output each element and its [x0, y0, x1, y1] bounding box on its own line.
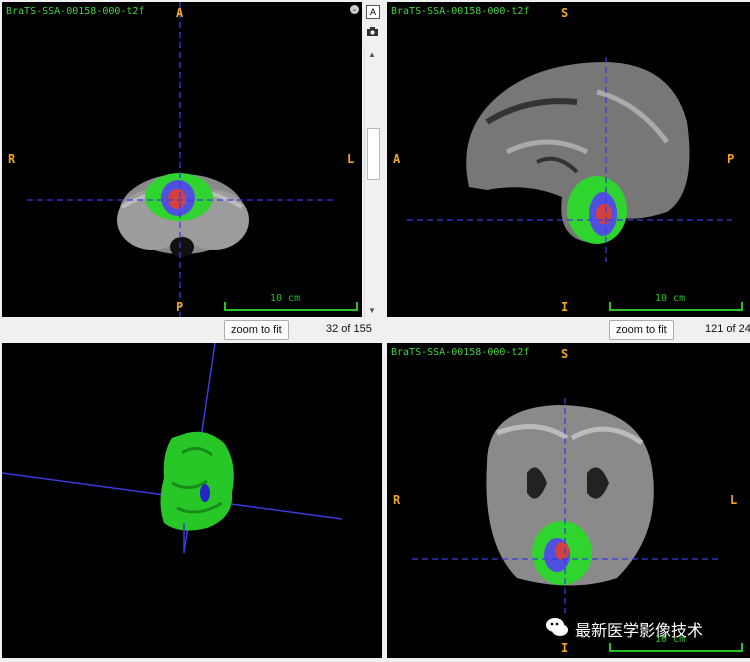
axial-scale-label: 10 cm [270, 293, 301, 304]
zoom-to-fit-button[interactable]: zoom to fit [224, 320, 289, 340]
render-3d-image [2, 343, 343, 554]
sagittal-slice-indicator: 121 of 24 [705, 323, 750, 335]
axial-orient-bottom: P [176, 300, 184, 314]
coronal-orient-top: S [561, 347, 569, 361]
axial-orient-left: R [8, 152, 16, 166]
sagittal-orient-top: S [561, 6, 569, 20]
wechat-icon [545, 615, 569, 639]
sagittal-orient-right: P [727, 152, 735, 166]
layout-icon[interactable]: A [366, 5, 380, 19]
coronal-orient-left: R [393, 493, 401, 507]
axial-slice-indicator: 32 of 155 [326, 323, 372, 335]
sagittal-toolbar: zoom to fit 121 of 24 [387, 317, 750, 341]
sagittal-zoom-to-fit-button[interactable]: zoom to fit [609, 320, 674, 340]
axial-toolbar: zoom to fit 32 of 155 [2, 317, 380, 341]
coronal-orient-right: L [730, 493, 738, 507]
coronal-orient-bottom: I [561, 641, 569, 655]
sagittal-scale-label: 10 cm [655, 293, 686, 304]
axial-filename: BraTS-SSA-00158-000-t2f [6, 6, 145, 17]
sagittal-filename: BraTS-SSA-00158-000-t2f [391, 6, 530, 17]
axial-orient-right: L [347, 152, 355, 166]
coronal-image [412, 398, 722, 613]
watermark-text: 最新医学影像技术 [575, 621, 704, 640]
sagittal-image [407, 57, 732, 262]
axial-view[interactable]: BraTS-SSA-00158-000-t2f A P R L 10 cm ⌄ [2, 2, 362, 317]
camera-icon[interactable] [366, 26, 379, 37]
sagittal-orient-left: A [393, 152, 401, 166]
render-3d-view[interactable] [2, 343, 382, 658]
axial-scrollbar[interactable]: ▲ ▼ [364, 50, 380, 317]
chevron-down-icon[interactable]: ⌄ [350, 5, 359, 14]
coronal-view[interactable]: BraTS-SSA-00158-000-t2f S I R L 10 cm 最新… [387, 343, 750, 658]
sagittal-orient-bottom: I [561, 300, 569, 314]
axial-orient-top: A [176, 6, 184, 20]
scroll-up-icon[interactable]: ▲ [368, 50, 376, 59]
sagittal-view[interactable]: BraTS-SSA-00158-000-t2f S I A P 10 cm [387, 2, 750, 317]
coronal-filename: BraTS-SSA-00158-000-t2f [391, 347, 530, 358]
scroll-down-icon[interactable]: ▼ [368, 306, 376, 315]
axial-image [27, 2, 337, 317]
scroll-thumb[interactable] [367, 128, 380, 180]
